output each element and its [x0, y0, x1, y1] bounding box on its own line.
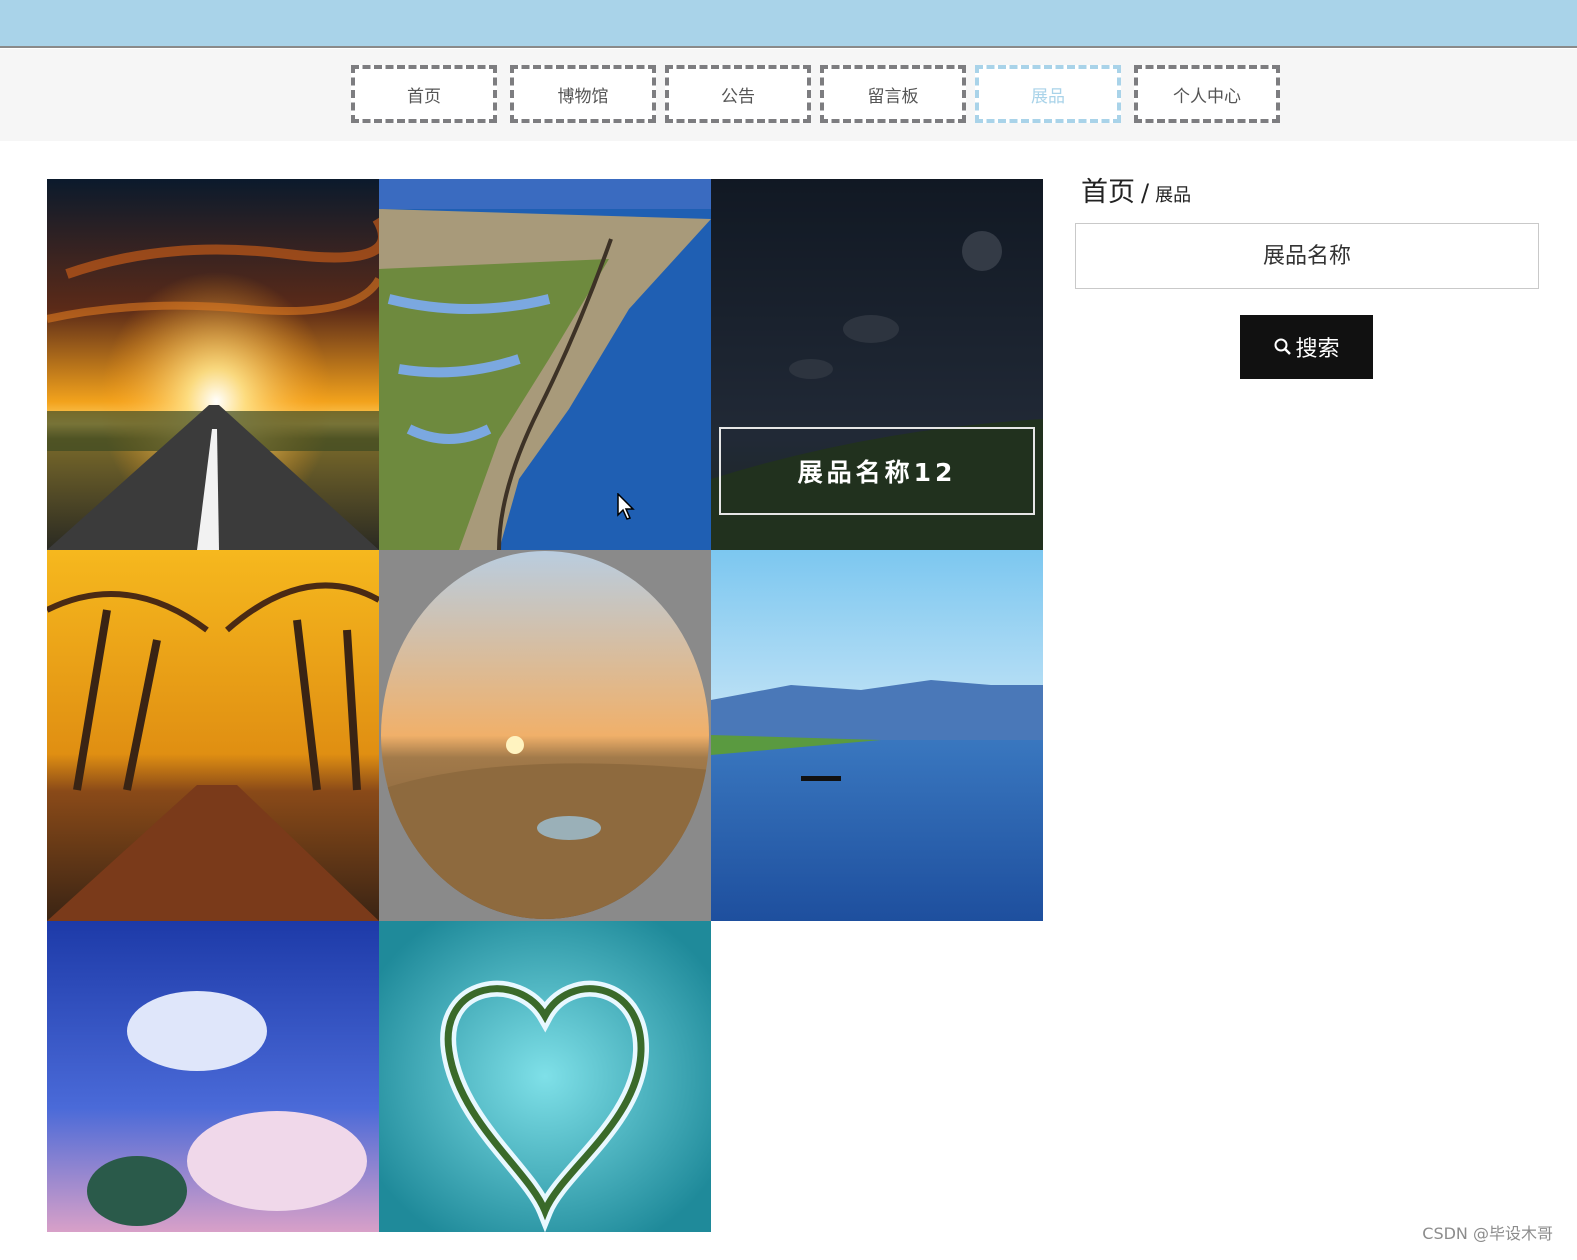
main-nav: 首页 博物馆 公告 留言板 展品 个人中心: [0, 49, 1577, 141]
exhibit-card[interactable]: [711, 550, 1043, 921]
breadcrumb: 首页 / 展品: [1075, 170, 1539, 209]
nav-item-museum[interactable]: 博物馆: [510, 65, 656, 123]
nav-item-message-board[interactable]: 留言板: [820, 65, 966, 123]
search-icon: [1274, 338, 1292, 355]
breadcrumb-home[interactable]: 首页: [1081, 170, 1135, 209]
exhibit-card[interactable]: [379, 179, 711, 550]
breadcrumb-current: 展品: [1155, 185, 1192, 206]
exhibit-image-autumn-avenue: [47, 550, 379, 921]
watermark-text: CSDN @毕设木哥: [1422, 1224, 1553, 1243]
search-sidebar: 首页 / 展品 搜索: [1075, 170, 1539, 379]
exhibit-card-hovered[interactable]: 展品名称12: [711, 179, 1043, 550]
mouse-cursor-icon: [617, 493, 635, 520]
exhibit-image-sunset-road: [47, 179, 379, 550]
search-button-label: 搜索: [1295, 337, 1340, 362]
breadcrumb-separator: /: [1141, 179, 1150, 207]
exhibit-name-search-input[interactable]: [1075, 223, 1539, 289]
exhibit-card[interactable]: [47, 550, 379, 921]
exhibit-image-desert-oasis: [379, 550, 711, 921]
top-header-bar: [0, 0, 1577, 48]
exhibit-image-heart-island: [379, 921, 711, 1232]
nav-item-home[interactable]: 首页: [351, 65, 497, 123]
nav-item-announcement[interactable]: 公告: [665, 65, 811, 123]
nav-item-exhibits[interactable]: 展品: [975, 65, 1121, 123]
exhibit-card[interactable]: [379, 921, 711, 1232]
search-button[interactable]: 搜索: [1240, 315, 1373, 379]
exhibit-card[interactable]: [47, 179, 379, 550]
exhibit-image-blue-lake: [711, 550, 1043, 921]
nav-item-personal-center[interactable]: 个人中心: [1134, 65, 1280, 123]
exhibit-image-cloud-sky: [47, 921, 379, 1232]
exhibit-card[interactable]: [47, 921, 379, 1232]
exhibit-card[interactable]: [379, 550, 711, 921]
exhibit-caption[interactable]: 展品名称12: [719, 427, 1035, 515]
exhibit-image-aerial-coastline: [379, 179, 711, 550]
